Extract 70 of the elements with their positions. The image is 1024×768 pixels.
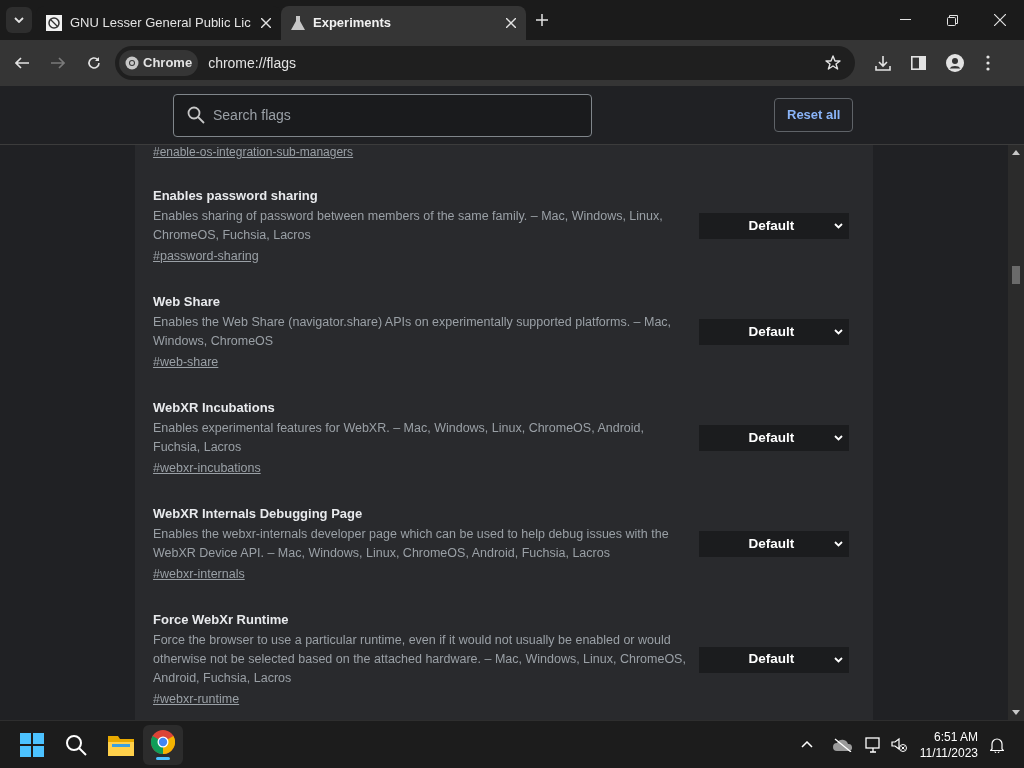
address-bar[interactable]: Chrome chrome://flags [115, 46, 855, 80]
tab-close-icon[interactable] [261, 18, 271, 28]
flag-dropdown[interactable]: Default [699, 646, 849, 673]
chevron-down-icon [834, 329, 843, 335]
flag-description: Enables experimental features for WebXR. – Mac, Windows, Linux, ChromeOS, Android, Fuchsia, Lacros [153, 420, 645, 456]
search-field[interactable]: Search flags [173, 93, 592, 137]
site-chip-label: Chrome [143, 54, 193, 73]
reload-icon[interactable] [87, 56, 101, 70]
scroll-up-icon[interactable] [1012, 150, 1020, 155]
flag-link[interactable]: #enable-os-integration-sub-managers [153, 145, 354, 159]
chevron-down-icon [834, 656, 843, 663]
flag-description: Enables the webxr-internals developer page which can be used to help debug issues with the WebXR Device API. – Mac, Windows, Linux, ChromeOS, Android, Fuchsia, Lacros [153, 526, 670, 562]
new-tab-icon[interactable] [536, 14, 548, 26]
site-chip[interactable]: Chrome [119, 50, 199, 76]
flag-link[interactable]: #webxr-incubations [153, 459, 261, 477]
minimize-icon[interactable] [900, 19, 911, 21]
tab-title: Experiments [313, 14, 393, 33]
tab-search-button[interactable] [6, 7, 32, 33]
flag-description: Enables sharing of password between members of the same family. – Mac, Windows, Linux, ChromeOS, Fuchsia, Lacros [153, 208, 664, 244]
bookmark-star-icon[interactable] [825, 55, 841, 71]
flag-link[interactable]: #webxr-internals [153, 565, 245, 583]
scrollbar-thumb[interactable] [1012, 266, 1020, 284]
flag-dropdown[interactable]: Default [699, 531, 849, 557]
search-icon [187, 105, 205, 124]
search-icon[interactable] [65, 733, 87, 756]
flag-description: Force the browser to use a particular runtime, even if it would not usually be enabled or would otherwise not be selected based on the attached hardware. – Mac, Windows, Linux, ChromeOS, Android, Fuchsia, Lacros [153, 632, 687, 687]
chrome-logo-icon [151, 729, 175, 754]
speaker-muted-icon[interactable] [890, 736, 907, 753]
folder-icon[interactable] [108, 733, 134, 756]
flag-name: Force WebXr Runtime [153, 611, 290, 629]
clock-time[interactable]: 6:51 AM [933, 728, 978, 745]
taskbar-app-button[interactable] [143, 724, 183, 765]
flag-link[interactable]: #password-sharing [153, 247, 259, 265]
forward-icon[interactable] [51, 57, 65, 69]
flag-name: Web Share [153, 293, 221, 311]
flag-dropdown[interactable]: Default [699, 319, 849, 345]
url-text: chrome://flags [208, 53, 298, 73]
flask-icon [291, 16, 305, 30]
flag-description: Enables the Web Share (navigator.share) APIs on experimentally supported platforms. – Mac, Windows, ChromeOS [153, 314, 673, 350]
cloud-off-icon[interactable] [832, 737, 853, 752]
network-icon[interactable] [864, 736, 883, 753]
browser-tab[interactable]: Experiments [281, 6, 526, 40]
flag-link[interactable]: #web-share [153, 353, 219, 371]
windows-start-icon[interactable] [20, 732, 44, 757]
clock-date[interactable]: 11/11/2023 [919, 744, 978, 761]
flag-link[interactable]: #webxr-runtime [153, 690, 240, 708]
flag-dropdown[interactable]: Default [699, 425, 849, 451]
flag-name: WebXR Incubations [153, 399, 276, 417]
chevron-down-icon [834, 541, 843, 547]
chevron-down-icon [14, 17, 24, 23]
side-panel-icon[interactable] [911, 56, 926, 70]
profile-icon[interactable] [946, 54, 964, 72]
chevron-down-icon [834, 435, 843, 441]
chevron-down-icon [834, 223, 843, 229]
flag-dropdown[interactable]: Default [699, 213, 849, 239]
tab-close-icon[interactable] [506, 18, 516, 28]
menu-icon[interactable] [986, 55, 990, 71]
close-icon[interactable] [994, 14, 1006, 26]
restore-icon[interactable] [947, 14, 958, 26]
notification-bell-icon[interactable] [990, 736, 1004, 753]
scrollbar[interactable] [1008, 145, 1024, 720]
scroll-down-icon[interactable] [1012, 710, 1020, 715]
back-icon[interactable] [15, 57, 29, 69]
flag-name: WebXR Internals Debugging Page [153, 505, 364, 523]
chrome-logo-icon [125, 56, 139, 70]
reset-all-button[interactable]: Reset all [774, 98, 854, 132]
chevron-up-icon[interactable] [800, 741, 813, 748]
tab-title: GNU Lesser General Public Lic [70, 14, 252, 33]
flag-name: Enables password sharing [153, 187, 319, 205]
download-icon[interactable] [875, 55, 891, 71]
